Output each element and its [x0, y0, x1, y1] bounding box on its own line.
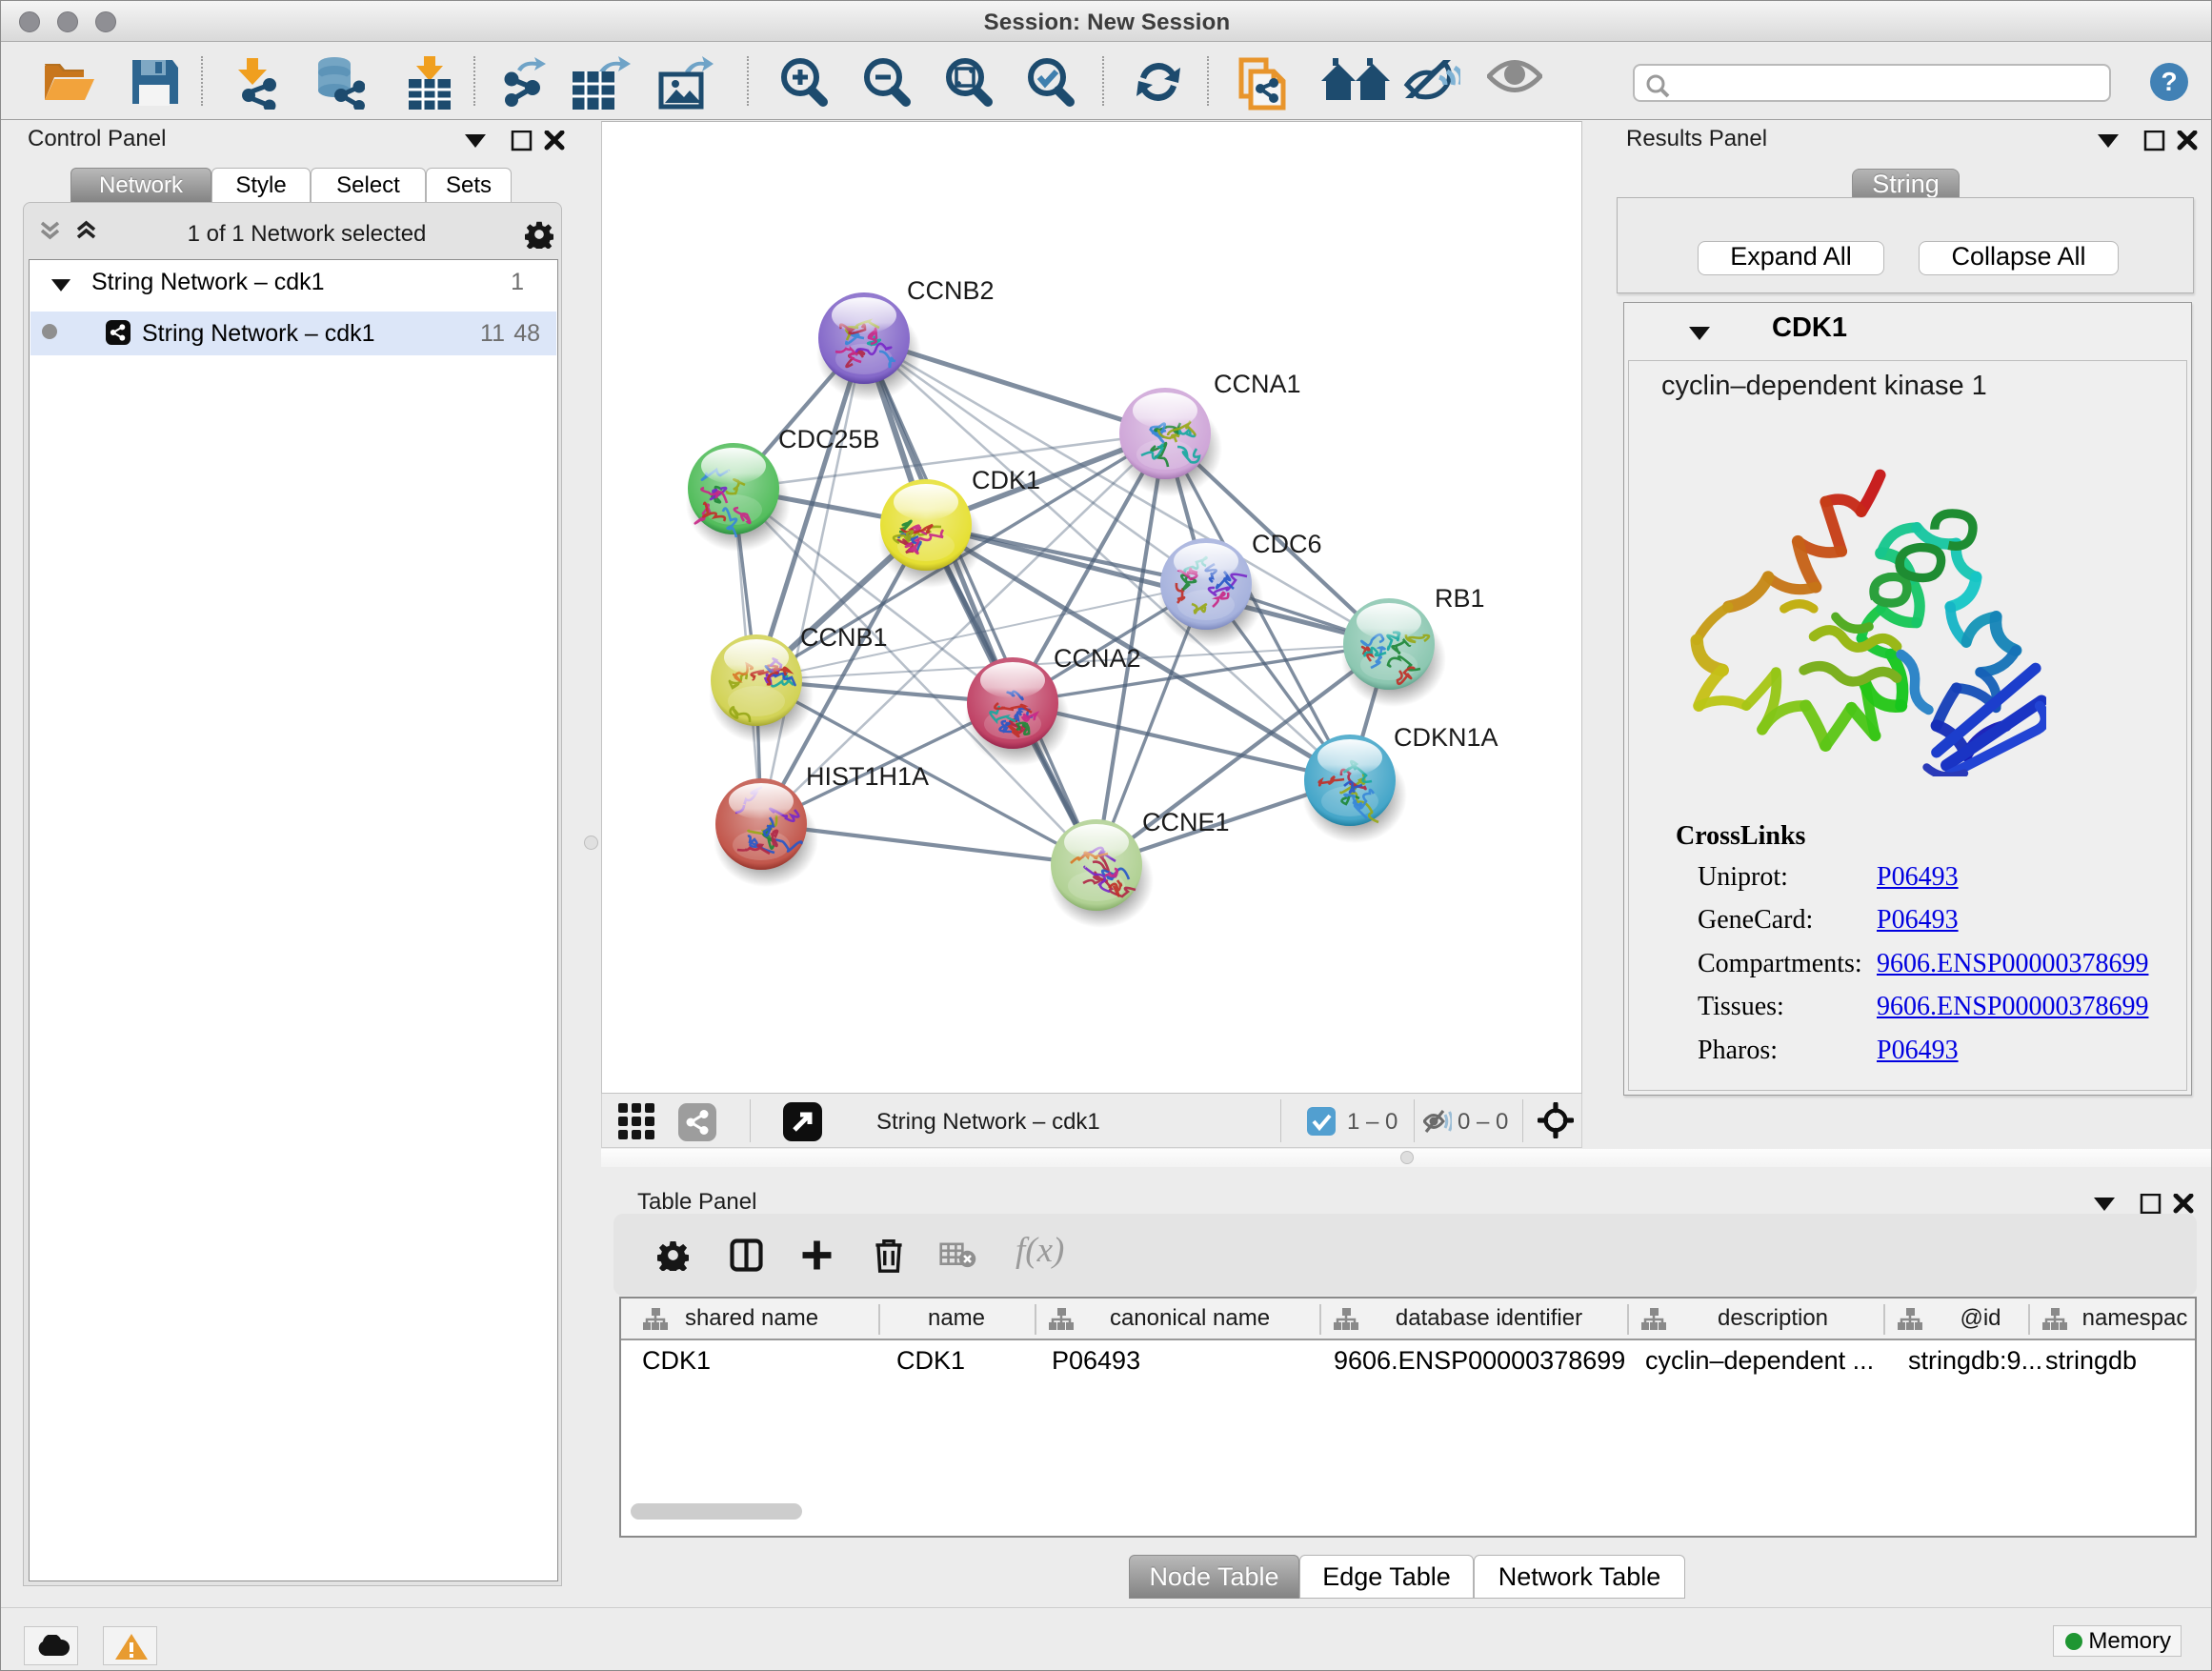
svg-text:CCNA1: CCNA1: [1214, 370, 1301, 398]
svg-text:CDC25B: CDC25B: [778, 425, 880, 453]
svg-text:RB1: RB1: [1435, 584, 1485, 613]
svg-text:CCNB2: CCNB2: [907, 276, 995, 305]
svg-text:CDC6: CDC6: [1252, 530, 1322, 558]
svg-text:?: ?: [2161, 67, 2177, 96]
svg-text:CDKN1A: CDKN1A: [1394, 723, 1498, 752]
svg-text:CCNA2: CCNA2: [1054, 644, 1141, 673]
svg-text:HIST1H1A: HIST1H1A: [806, 762, 929, 791]
svg-text:CCNE1: CCNE1: [1142, 808, 1230, 836]
svg-text:CDK1: CDK1: [972, 466, 1040, 494]
svg-text:CCNB1: CCNB1: [800, 623, 888, 652]
